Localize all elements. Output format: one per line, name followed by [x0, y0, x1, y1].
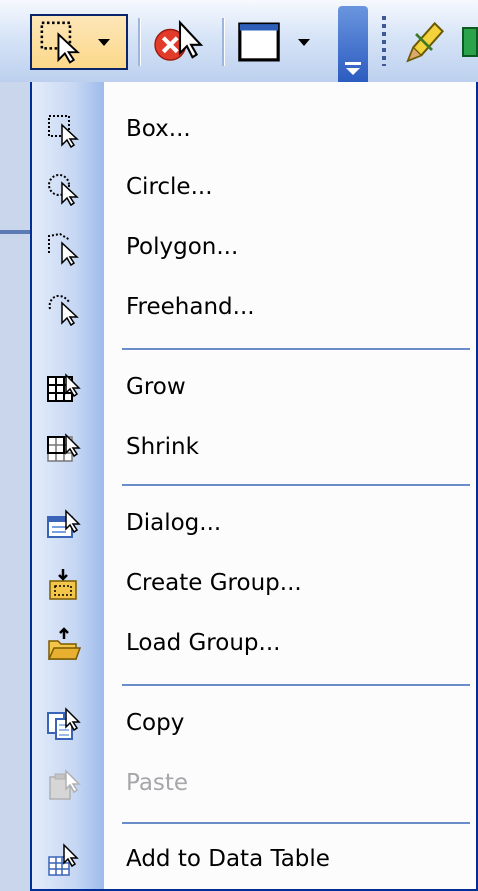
menu-item-label: Box...: [126, 116, 191, 142]
dialog-icon: [47, 509, 81, 538]
menu-item-grow[interactable]: Grow: [32, 356, 476, 418]
menu-item-polygon[interactable]: Polygon...: [32, 216, 476, 278]
paste-icon: [49, 769, 81, 800]
menu-item-create-group[interactable]: Create Group...: [32, 552, 476, 614]
add-to-table-icon: [48, 843, 79, 876]
select-freehand-icon: [48, 294, 79, 327]
create-group-icon: [49, 569, 77, 600]
menu-item-box[interactable]: Box...: [32, 98, 476, 160]
edit-tool-button[interactable]: [400, 14, 448, 70]
menu-item-paste[interactable]: Paste: [32, 752, 476, 814]
menu-item-label: Copy: [126, 710, 185, 736]
menu-item-freehand[interactable]: Freehand...: [32, 276, 476, 338]
chevron-down-icon: [346, 68, 360, 75]
menu-item-copy[interactable]: Copy: [32, 692, 476, 754]
toolbar-separator: [138, 18, 141, 66]
rectangle-button[interactable]: [236, 14, 310, 70]
toolbar-overflow-button[interactable]: [338, 6, 368, 82]
menu-item-load-group[interactable]: Load Group...: [32, 612, 476, 674]
toolbar-grip[interactable]: [382, 16, 386, 66]
pencil-icon: [406, 21, 445, 63]
chevron-down-icon: [345, 62, 361, 65]
menu-item-add-to-data-table[interactable]: Add to Data Table: [32, 828, 476, 890]
select-box-icon: [48, 115, 79, 149]
copy-icon: [47, 707, 81, 740]
grid-shrink-icon: [47, 433, 81, 462]
menu-separator: [122, 484, 470, 486]
dropdown-arrow-icon: [98, 38, 110, 46]
toolbar: [0, 0, 478, 83]
load-group-icon: [47, 627, 82, 660]
menu-item-label: Create Group...: [126, 570, 302, 596]
menu-item-label: Grow: [126, 374, 186, 400]
menu-item-label: Circle...: [126, 174, 213, 200]
selection-dropdown-menu: Box... Circle... Polygon... Freehand... …: [30, 82, 478, 891]
menu-separator: [122, 348, 470, 350]
menu-item-label: Polygon...: [126, 234, 239, 260]
menu-item-label: Paste: [126, 770, 189, 796]
select-box-icon: [40, 21, 81, 64]
clear-selection-button[interactable]: [152, 14, 208, 70]
select-polygon-icon: [48, 232, 79, 267]
clear-selection-icon: [154, 19, 204, 61]
menu-item-label: Add to Data Table: [126, 846, 330, 872]
toolbar-separator: [222, 18, 225, 66]
menu-item-shrink[interactable]: Shrink: [32, 416, 476, 478]
grid-grow-icon: [47, 373, 81, 402]
more-tools-icon[interactable]: [462, 14, 478, 70]
rectangle-icon: [238, 22, 280, 62]
menu-separator: [122, 822, 470, 824]
menu-separator: [122, 684, 470, 686]
select-features-button[interactable]: [30, 14, 128, 70]
dropdown-arrow-icon: [298, 38, 310, 46]
menu-item-circle[interactable]: Circle...: [32, 156, 476, 218]
select-circle-icon: [48, 174, 79, 207]
window-edge: [0, 82, 30, 891]
menu-item-dialog[interactable]: Dialog...: [32, 492, 476, 554]
menu-item-label: Freehand...: [126, 294, 255, 320]
menu-item-label: Shrink: [126, 434, 199, 460]
menu-item-label: Load Group...: [126, 630, 281, 656]
menu-item-label: Dialog...: [126, 510, 222, 536]
